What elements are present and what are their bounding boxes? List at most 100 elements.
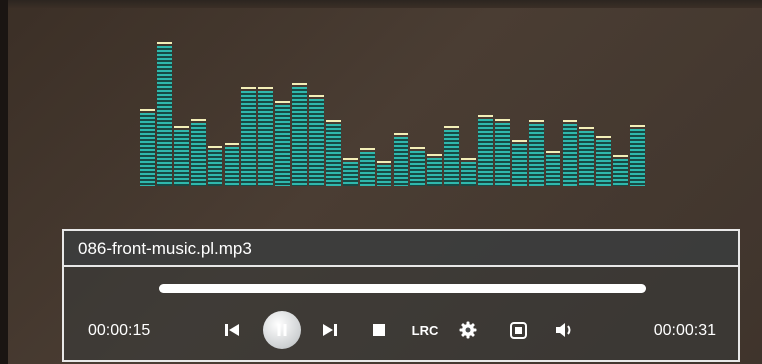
spectrum-bar bbox=[275, 101, 291, 186]
screen-bezel-top bbox=[0, 0, 762, 8]
spectrum-bar bbox=[579, 127, 595, 186]
previous-button[interactable] bbox=[222, 320, 242, 340]
spectrum-bar-level bbox=[494, 123, 510, 186]
spectrum-bar bbox=[207, 146, 223, 186]
spectrum-bar-peak bbox=[410, 147, 426, 149]
spectrum-bar bbox=[156, 42, 172, 186]
next-button[interactable] bbox=[320, 320, 340, 340]
spectrum-bar bbox=[511, 140, 527, 186]
screen-bezel-left bbox=[0, 0, 8, 364]
spectrum-bar bbox=[258, 87, 274, 186]
spectrum-bar bbox=[140, 109, 155, 186]
spectrum-bar-peak bbox=[325, 120, 341, 122]
spectrum-bar-peak bbox=[562, 120, 578, 122]
progress-bar[interactable] bbox=[159, 284, 646, 293]
spectrum-bar-peak bbox=[342, 158, 358, 160]
spectrum-bar-peak bbox=[579, 127, 595, 129]
spectrum-bar bbox=[173, 126, 189, 186]
spectrum-bar-level bbox=[427, 158, 443, 186]
spectrum-bar bbox=[393, 133, 409, 186]
spectrum-bar-peak bbox=[190, 119, 206, 121]
spectrum-bar-level bbox=[528, 124, 544, 186]
play-pause-button[interactable] bbox=[263, 311, 301, 349]
spectrum-bar bbox=[224, 143, 240, 186]
spectrum-bar-peak bbox=[258, 87, 274, 89]
spectrum-bar bbox=[325, 120, 341, 186]
spectrum-bar-level bbox=[241, 91, 257, 186]
spectrum-bar-level bbox=[156, 46, 172, 186]
settings-button[interactable] bbox=[458, 320, 478, 340]
spectrum-bar-peak bbox=[275, 101, 291, 103]
pause-icon bbox=[277, 324, 287, 336]
spectrum-bar bbox=[494, 119, 510, 186]
spectrum-bar bbox=[376, 161, 392, 186]
spectrum-bar-peak bbox=[156, 42, 172, 44]
spectrum-bar-level bbox=[511, 144, 527, 186]
spectrum-bar-level bbox=[342, 162, 358, 186]
spectrum-bar-level bbox=[545, 155, 561, 186]
spectrum-bar-level bbox=[579, 131, 595, 186]
spectrum-bar-level bbox=[562, 124, 578, 186]
spectrum-bar-peak bbox=[207, 146, 223, 148]
skip-previous-icon bbox=[225, 324, 239, 336]
file-name: 086-front-music.pl.mp3 bbox=[78, 239, 252, 258]
spectrum-bar-level bbox=[393, 137, 409, 186]
spectrum-bar-peak bbox=[630, 125, 645, 127]
spectrum-bar-level bbox=[173, 130, 189, 186]
spectrum-bar-level bbox=[444, 130, 460, 186]
spectrum-bar-level bbox=[190, 123, 206, 186]
lyrics-button[interactable]: LRC bbox=[408, 320, 442, 340]
spectrum-bar-peak bbox=[376, 161, 392, 163]
spectrum-bar-peak bbox=[393, 133, 409, 135]
skip-next-icon bbox=[323, 324, 337, 336]
spectrum-bar-peak bbox=[613, 155, 629, 157]
spectrum-bar-peak bbox=[478, 115, 493, 117]
spectrum-bar-peak bbox=[359, 148, 375, 150]
spectrum-bar-level bbox=[613, 159, 629, 186]
spectrum-bar-peak bbox=[427, 154, 443, 156]
spectrum-bar-peak bbox=[224, 143, 240, 145]
spectrum-bar-peak bbox=[545, 151, 561, 153]
stop-icon bbox=[373, 324, 385, 336]
spectrum-bar bbox=[478, 115, 493, 186]
spectrum-bar-peak bbox=[444, 126, 460, 128]
spectrum-bar bbox=[630, 125, 645, 186]
spectrum-bar-level bbox=[376, 165, 392, 186]
spectrum-bar bbox=[190, 119, 206, 186]
spectrum-bar bbox=[309, 95, 324, 186]
square-frame-icon bbox=[509, 321, 527, 339]
spectrum-bar-peak bbox=[292, 83, 307, 85]
spectrum-bar-peak bbox=[241, 87, 257, 89]
spectrum-bar-level bbox=[292, 87, 307, 186]
spectrum-bar-peak bbox=[494, 119, 510, 121]
spectrum-bar bbox=[292, 83, 307, 186]
stop-button[interactable] bbox=[370, 321, 388, 339]
spectrum-bar-level bbox=[478, 119, 493, 186]
spectrum-bar-peak bbox=[528, 120, 544, 122]
progress-fill bbox=[159, 284, 646, 293]
volume-button[interactable] bbox=[554, 320, 576, 340]
spectrum-bar bbox=[596, 136, 612, 186]
time-elapsed: 00:00:15 bbox=[88, 322, 151, 339]
spectrum-bar-level bbox=[325, 124, 341, 186]
spectrum-bar-peak bbox=[461, 158, 476, 160]
spectrum-bar-level bbox=[309, 99, 324, 186]
spectrum-bar bbox=[545, 151, 561, 186]
spectrum-bar-level bbox=[630, 129, 645, 186]
spectrum-bar-level bbox=[596, 140, 612, 186]
spectrum-bar-peak bbox=[511, 140, 527, 142]
spectrum-bar bbox=[613, 155, 629, 186]
spectrum-bar-level bbox=[359, 152, 375, 186]
display-mode-button[interactable] bbox=[508, 320, 528, 340]
spectrum-bar-level bbox=[258, 91, 274, 186]
spectrum-bar bbox=[427, 154, 443, 186]
time-total: 00:00:31 bbox=[653, 322, 716, 339]
spectrum-bar bbox=[359, 148, 375, 186]
spectrum-bar bbox=[461, 158, 476, 186]
spectrum-bar bbox=[342, 158, 358, 186]
spectrum-bar-level bbox=[224, 147, 240, 186]
spectrum-bar-peak bbox=[596, 136, 612, 138]
spectrum-bar bbox=[528, 120, 544, 186]
spectrum-bar-peak bbox=[140, 109, 155, 111]
speaker-icon bbox=[556, 323, 571, 337]
